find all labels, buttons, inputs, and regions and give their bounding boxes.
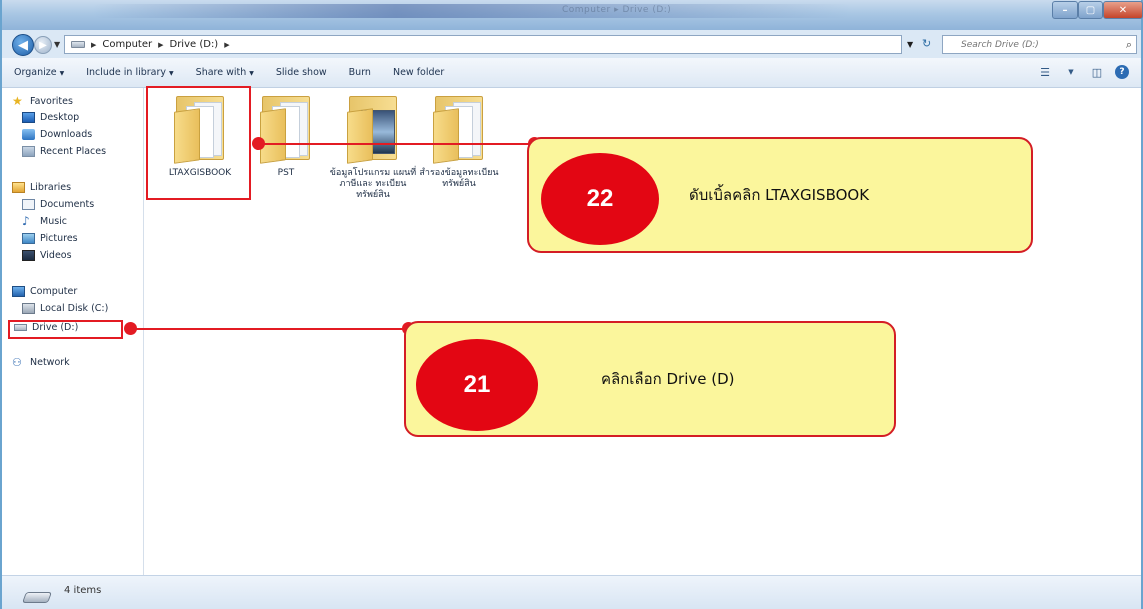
preview-pane-icon[interactable]: ◫ <box>1089 65 1105 79</box>
minimize-button[interactable]: – <box>1052 1 1078 19</box>
downloads-icon <box>22 129 35 140</box>
sidebar-item-computer[interactable]: Computer <box>12 286 77 297</box>
sidebar-item-desktop[interactable]: Desktop <box>22 112 79 123</box>
address-row: ◀ ▶ ▼ ▶ Computer ▶ Drive (D:) ▶ ▼ ↻ ⌕ <box>2 30 1141 58</box>
search-icon[interactable]: ⌕ <box>1126 38 1132 52</box>
folder-program-data[interactable]: ข้อมูลโปรแกรม แผนที่ภาษีและ ทะเบียนทรัพย… <box>325 92 421 201</box>
title-bar: Computer ▸ Drive (D:) – ▢ ✕ <box>2 0 1143 30</box>
videos-icon <box>22 250 35 261</box>
slide-show-button[interactable]: Slide show <box>276 67 327 78</box>
include-in-library-menu[interactable]: Include in library ▼ <box>86 67 173 78</box>
sidebar-item-music[interactable]: ♪ Music <box>22 214 67 228</box>
address-bar[interactable]: ▶ Computer ▶ Drive (D:) ▶ <box>64 35 902 54</box>
sidebar-item-documents[interactable]: Documents <box>22 199 94 210</box>
folder-icon <box>256 92 316 164</box>
forward-button[interactable]: ▶ <box>34 36 52 54</box>
sidebar-item-favorites[interactable]: ★ Favorites <box>12 94 73 108</box>
sidebar-item-downloads[interactable]: Downloads <box>22 129 92 140</box>
drive-icon <box>71 41 85 48</box>
item-count: 4 items <box>64 585 102 596</box>
view-dropdown-icon[interactable]: ▼ <box>1063 65 1079 79</box>
address-dropdown-icon[interactable]: ▼ <box>907 40 913 49</box>
recent-places-icon <box>22 146 35 157</box>
title-glow <box>92 4 852 18</box>
sidebar-item-network[interactable]: ⚇ Network <box>12 357 70 368</box>
help-icon[interactable]: ? <box>1115 65 1129 79</box>
network-icon: ⚇ <box>12 356 22 369</box>
music-icon: ♪ <box>22 214 30 228</box>
close-button[interactable]: ✕ <box>1103 1 1143 19</box>
new-folder-button[interactable]: New folder <box>393 67 444 78</box>
local-disk-icon <box>22 303 35 314</box>
breadcrumb-computer[interactable]: Computer <box>102 39 152 50</box>
drive-icon <box>21 592 53 603</box>
sidebar-item-recent-places[interactable]: Recent Places <box>22 146 106 157</box>
share-with-menu[interactable]: Share with ▼ <box>196 67 254 78</box>
sidebar-item-pictures[interactable]: Pictures <box>22 233 78 244</box>
burn-button[interactable]: Burn <box>349 67 371 78</box>
highlight-drive-d <box>8 320 123 339</box>
view-controls: ☰ ▼ ◫ ? <box>1037 65 1129 79</box>
search-input[interactable] <box>961 39 1121 50</box>
folder-icon <box>343 92 403 164</box>
annotation-line-22 <box>258 143 538 145</box>
documents-icon <box>22 199 35 210</box>
command-bar: Organize ▼ Include in library ▼ Share with… <box>2 58 1141 88</box>
maximize-button[interactable]: ▢ <box>1078 1 1103 19</box>
folder-pst[interactable]: PST <box>238 92 334 179</box>
highlight-ltaxgisbook <box>146 86 251 200</box>
breadcrumb-drive-d[interactable]: Drive (D:) <box>170 39 219 50</box>
sidebar-item-videos[interactable]: Videos <box>22 250 72 261</box>
chevron-right-icon[interactable]: ▶ <box>91 41 96 49</box>
recent-pages-dropdown-icon[interactable]: ▼ <box>54 40 60 49</box>
computer-icon <box>12 286 25 297</box>
desktop-icon <box>22 112 35 123</box>
search-box[interactable]: ⌕ <box>942 35 1137 54</box>
step-number-22: 22 <box>541 153 659 245</box>
libraries-icon <box>12 182 25 193</box>
chevron-right-icon[interactable]: ▶ <box>158 41 163 49</box>
callout-step-21: 21 คลิกเลือก Drive (D) <box>404 321 896 437</box>
sidebar-item-local-disk-c[interactable]: Local Disk (C:) <box>22 303 108 314</box>
callout-step-22: 22 ดับเบิ้ลคลิก LTAXGISBOOK <box>527 137 1033 253</box>
status-bar: 4 items <box>2 575 1141 609</box>
back-button[interactable]: ◀ <box>12 34 34 56</box>
chevron-right-icon[interactable]: ▶ <box>224 41 229 49</box>
folder-backup-data[interactable]: สำรองข้อมูลทะเบียน ทรัพย์สิน <box>411 92 507 190</box>
callout-text-21: คลิกเลือก Drive (D) <box>601 370 735 388</box>
pictures-icon <box>22 233 35 244</box>
folder-icon <box>429 92 489 164</box>
change-view-icon[interactable]: ☰ <box>1037 65 1053 79</box>
refresh-icon[interactable]: ↻ <box>922 37 931 50</box>
star-icon: ★ <box>12 94 23 108</box>
window-title: Computer ▸ Drive (D:) <box>562 5 672 15</box>
annotation-line-21 <box>130 328 410 330</box>
callout-text-22: ดับเบิ้ลคลิก LTAXGISBOOK <box>689 186 870 204</box>
step-number-21: 21 <box>416 339 538 431</box>
organize-menu[interactable]: Organize ▼ <box>14 67 64 78</box>
sidebar-item-libraries[interactable]: Libraries <box>12 182 71 193</box>
